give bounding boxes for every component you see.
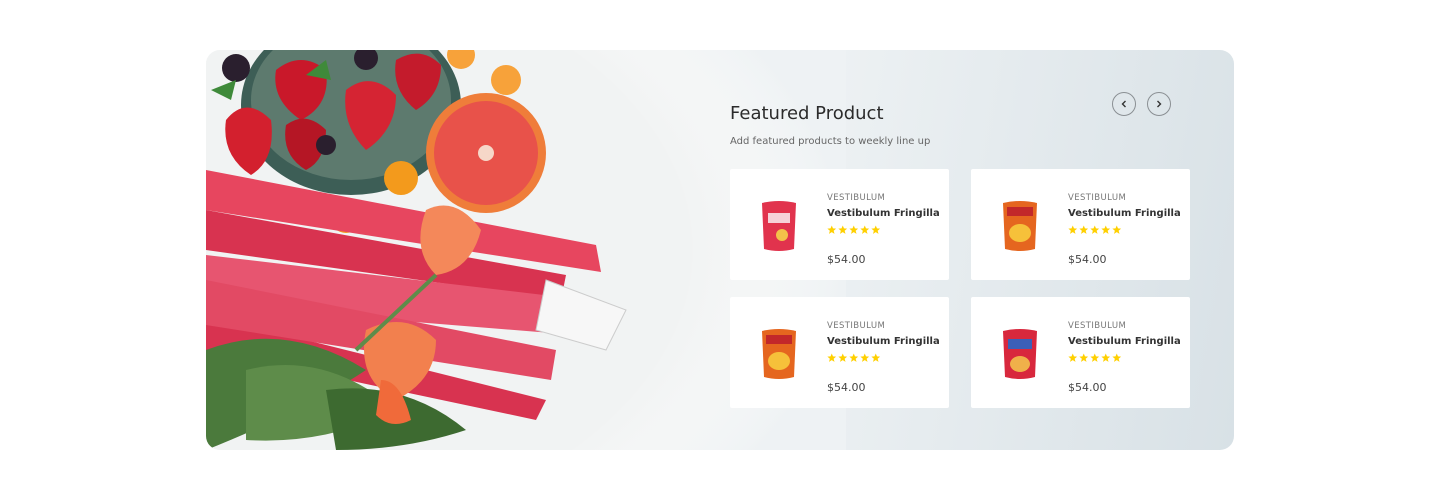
product-card[interactable]: VESTIBULUM Vestibulum Fringilla ... $54.… [971,169,1190,280]
star-icon [871,353,881,362]
product-price: $54.00 [827,253,866,266]
product-card[interactable]: VESTIBULUM Vestibulum Fringilla ... $54.… [730,297,949,408]
star-icon [838,225,848,234]
product-card[interactable]: VESTIBULUM Vestibulum Fringilla ... $54.… [971,297,1190,408]
star-icon [1112,353,1122,362]
chevron-left-icon [1121,100,1126,108]
featured-product-banner: Featured Product Add featured products t… [206,50,1234,450]
star-icon [1112,225,1122,234]
product-category: VESTIBULUM [1068,193,1127,203]
product-image [1003,329,1037,379]
star-icon [1068,353,1078,362]
product-image [1003,201,1037,251]
star-rating [1068,225,1122,235]
product-category: VESTIBULUM [827,321,886,331]
star-icon [1079,353,1089,362]
star-icon [827,225,837,234]
product-name[interactable]: Vestibulum Fringilla ... [827,208,943,219]
star-rating [827,353,881,363]
star-rating [1068,353,1122,363]
star-icon [1090,225,1100,234]
product-price: $54.00 [827,381,866,394]
product-image [762,329,796,379]
product-name[interactable]: Vestibulum Fringilla ... [1068,208,1184,219]
star-icon [849,353,859,362]
star-icon [838,353,848,362]
product-price: $54.00 [1068,381,1107,394]
chevron-right-icon [1157,100,1162,108]
star-icon [849,225,859,234]
star-icon [1079,225,1089,234]
product-image [762,201,796,251]
section-title: Featured Product [730,103,884,124]
star-icon [1101,353,1111,362]
star-icon [860,353,870,362]
product-price: $54.00 [1068,253,1107,266]
carousel-prev-button[interactable] [1112,92,1136,116]
star-icon [860,225,870,234]
product-name[interactable]: Vestibulum Fringilla ... [1068,336,1184,347]
star-icon [871,225,881,234]
star-icon [827,353,837,362]
carousel-next-button[interactable] [1147,92,1171,116]
star-icon [1068,225,1078,234]
star-icon [1101,225,1111,234]
product-category: VESTIBULUM [827,193,886,203]
product-category: VESTIBULUM [1068,321,1127,331]
product-card[interactable]: VESTIBULUM Vestibulum Fringilla ... $54.… [730,169,949,280]
product-name[interactable]: Vestibulum Fringilla ... [827,336,943,347]
star-rating [827,225,881,235]
section-subtitle: Add featured products to weekly line up [730,136,931,147]
star-icon [1090,353,1100,362]
